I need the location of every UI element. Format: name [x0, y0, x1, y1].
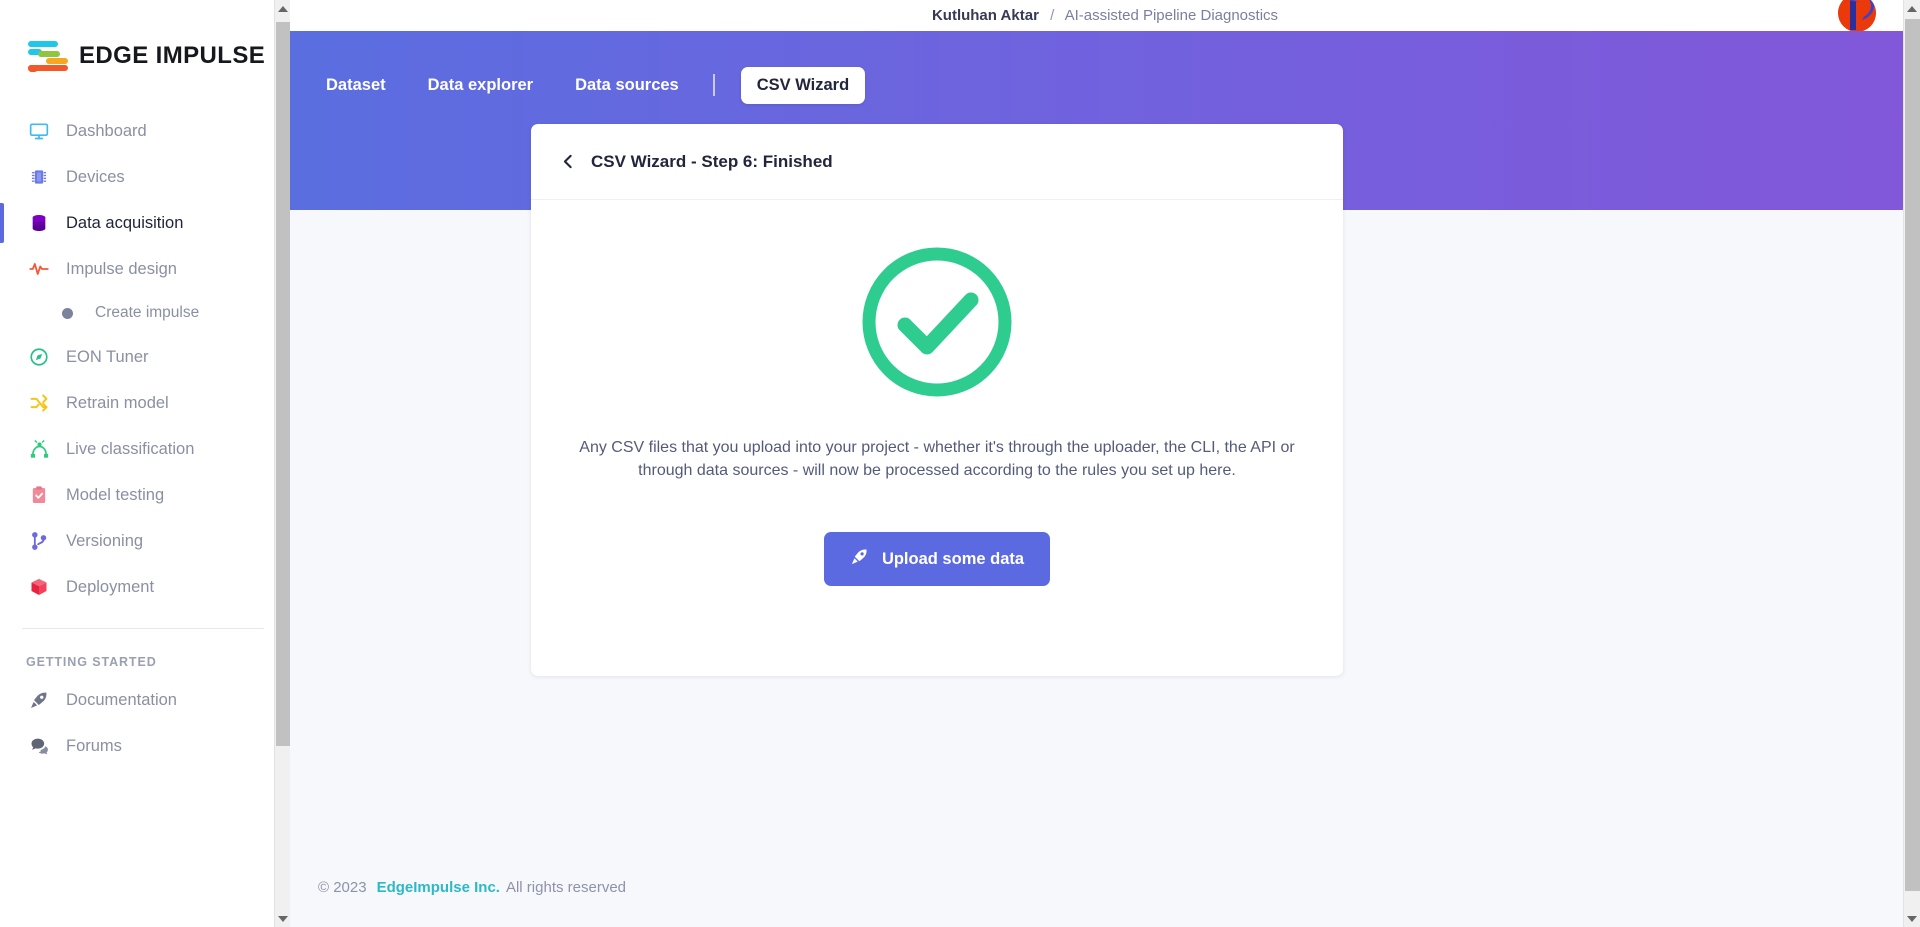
app-root: EDGE IMPULSE Dashboard Devices Data acqu… — [0, 0, 1920, 927]
upload-button-label: Upload some data — [881, 549, 1025, 568]
tab-dataset[interactable]: Dataset — [326, 76, 386, 95]
card-body: Any CSV files that you upload into your … — [531, 200, 1343, 626]
top-header: Kutluhan Aktar / AI-assisted Pipeline Di… — [290, 0, 1920, 32]
csv-wizard-card: CSV Wizard - Step 6: Finished Any CSV fi… — [531, 124, 1343, 676]
chip-icon — [26, 166, 52, 188]
sidebar-item-deployment[interactable]: Deployment — [0, 564, 290, 610]
sidebar-content: EDGE IMPULSE Dashboard Devices Data acqu… — [0, 0, 290, 789]
sidebar-item-devices[interactable]: Devices — [0, 154, 290, 200]
tab-csv-wizard[interactable]: CSV Wizard — [740, 66, 866, 104]
logo[interactable]: EDGE IMPULSE — [0, 0, 290, 84]
edge-impulse-logo-icon — [26, 39, 70, 73]
sidebar-section-title: GETTING STARTED — [26, 655, 157, 669]
main-area: Kutluhan Aktar / AI-assisted Pipeline Di… — [290, 0, 1920, 927]
logo-text: EDGE IMPULSE — [79, 42, 266, 69]
sidebar-item-dashboard[interactable]: Dashboard — [0, 108, 290, 154]
sidebar-item-data-acquisition[interactable]: Data acquisition — [0, 200, 290, 246]
page-scrollbar-thumb[interactable] — [1905, 19, 1920, 891]
sidebar-item-create-impulse[interactable]: Create impulse — [0, 292, 290, 334]
sidebar-item-label: Documentation — [66, 690, 177, 709]
tab-bar: Dataset Data explorer Data sources CSV W… — [290, 31, 1920, 104]
sidebar-item-label: Forums — [66, 736, 122, 755]
sidebar-item-impulse-design[interactable]: Impulse design — [0, 246, 290, 292]
sidebar-nav: Dashboard Devices Data acquisition Impul… — [0, 108, 290, 769]
sidebar-item-label: Versioning — [66, 531, 144, 550]
avatar[interactable] — [1838, 0, 1876, 32]
chevron-left-icon[interactable] — [551, 145, 585, 179]
monitor-icon — [26, 120, 52, 142]
footer-rights: All rights reserved — [505, 878, 627, 896]
check-circle-icon — [857, 242, 1017, 407]
sidebar-item-label: Devices — [66, 167, 125, 186]
page-scroll-down-arrow-icon[interactable] — [1904, 910, 1920, 927]
database-icon — [26, 212, 52, 234]
sidebar-item-label: EON Tuner — [66, 347, 149, 366]
pulse-icon — [26, 258, 52, 280]
shuffle-icon — [26, 392, 52, 414]
sidebar: EDGE IMPULSE Dashboard Devices Data acqu… — [0, 0, 290, 927]
card-header: CSV Wizard - Step 6: Finished — [531, 124, 1343, 200]
rocket-icon — [26, 689, 52, 711]
rocket-icon — [850, 547, 869, 571]
compass-icon — [26, 346, 52, 368]
sidebar-subitem-label: Create impulse — [95, 304, 200, 321]
git-branch-icon — [26, 530, 52, 552]
sidebar-item-label: Model testing — [66, 485, 165, 504]
status-illustration — [555, 234, 1319, 407]
tab-data-sources[interactable]: Data sources — [575, 76, 679, 95]
sidebar-item-documentation[interactable]: Documentation — [0, 677, 290, 723]
footer: © 2023 EdgeImpulse Inc. All rights reser… — [290, 847, 1920, 927]
sidebar-item-label: Data acquisition — [66, 213, 184, 232]
sidebar-item-live-classification[interactable]: Live classification — [0, 426, 290, 472]
sidebar-item-eon-tuner[interactable]: EON Tuner — [0, 334, 290, 380]
breadcrumb-owner[interactable]: Kutluhan Aktar — [932, 7, 1039, 24]
scroll-up-arrow-icon[interactable] — [275, 0, 290, 17]
footer-copyright: © 2023 — [318, 878, 367, 896]
clipboard-check-icon — [26, 484, 52, 506]
page-scroll-up-arrow-icon[interactable] — [1904, 0, 1920, 17]
sidebar-item-label: Dashboard — [66, 121, 147, 140]
breadcrumb-separator: / — [1050, 7, 1055, 24]
sidebar-item-label: Impulse design — [66, 259, 177, 278]
sidebar-scrollbar-thumb[interactable] — [276, 22, 290, 746]
sidebar-item-label: Retrain model — [66, 393, 169, 412]
sidebar-scrollbar[interactable] — [274, 0, 290, 927]
tab-separator — [712, 74, 715, 96]
card-title: CSV Wizard - Step 6: Finished — [591, 151, 833, 171]
sidebar-item-retrain-model[interactable]: Retrain model — [0, 380, 290, 426]
sidebar-item-forums[interactable]: Forums — [0, 723, 290, 769]
action-row: Upload some data — [555, 532, 1319, 587]
footer-brand[interactable]: EdgeImpulse Inc. — [377, 879, 500, 896]
sidebar-item-label: Live classification — [66, 439, 195, 458]
sidebar-item-model-testing[interactable]: Model testing — [0, 472, 290, 518]
breadcrumb-project[interactable]: AI-assisted Pipeline Diagnostics — [1065, 7, 1278, 24]
tab-data-explorer[interactable]: Data explorer — [428, 76, 533, 95]
finished-description: Any CSV files that you upload into your … — [579, 439, 1295, 479]
breadcrumb: Kutluhan Aktar / AI-assisted Pipeline Di… — [932, 7, 1278, 24]
scroll-down-arrow-icon[interactable] — [275, 910, 290, 927]
sidebar-item-versioning[interactable]: Versioning — [0, 518, 290, 564]
chat-icon — [26, 735, 52, 757]
box-icon — [26, 576, 52, 598]
upload-some-data-button[interactable]: Upload some data — [823, 532, 1051, 587]
network-icon — [26, 438, 52, 460]
page-scrollbar[interactable] — [1903, 0, 1920, 927]
sidebar-item-label: Deployment — [66, 577, 155, 596]
dot-icon — [62, 307, 73, 319]
